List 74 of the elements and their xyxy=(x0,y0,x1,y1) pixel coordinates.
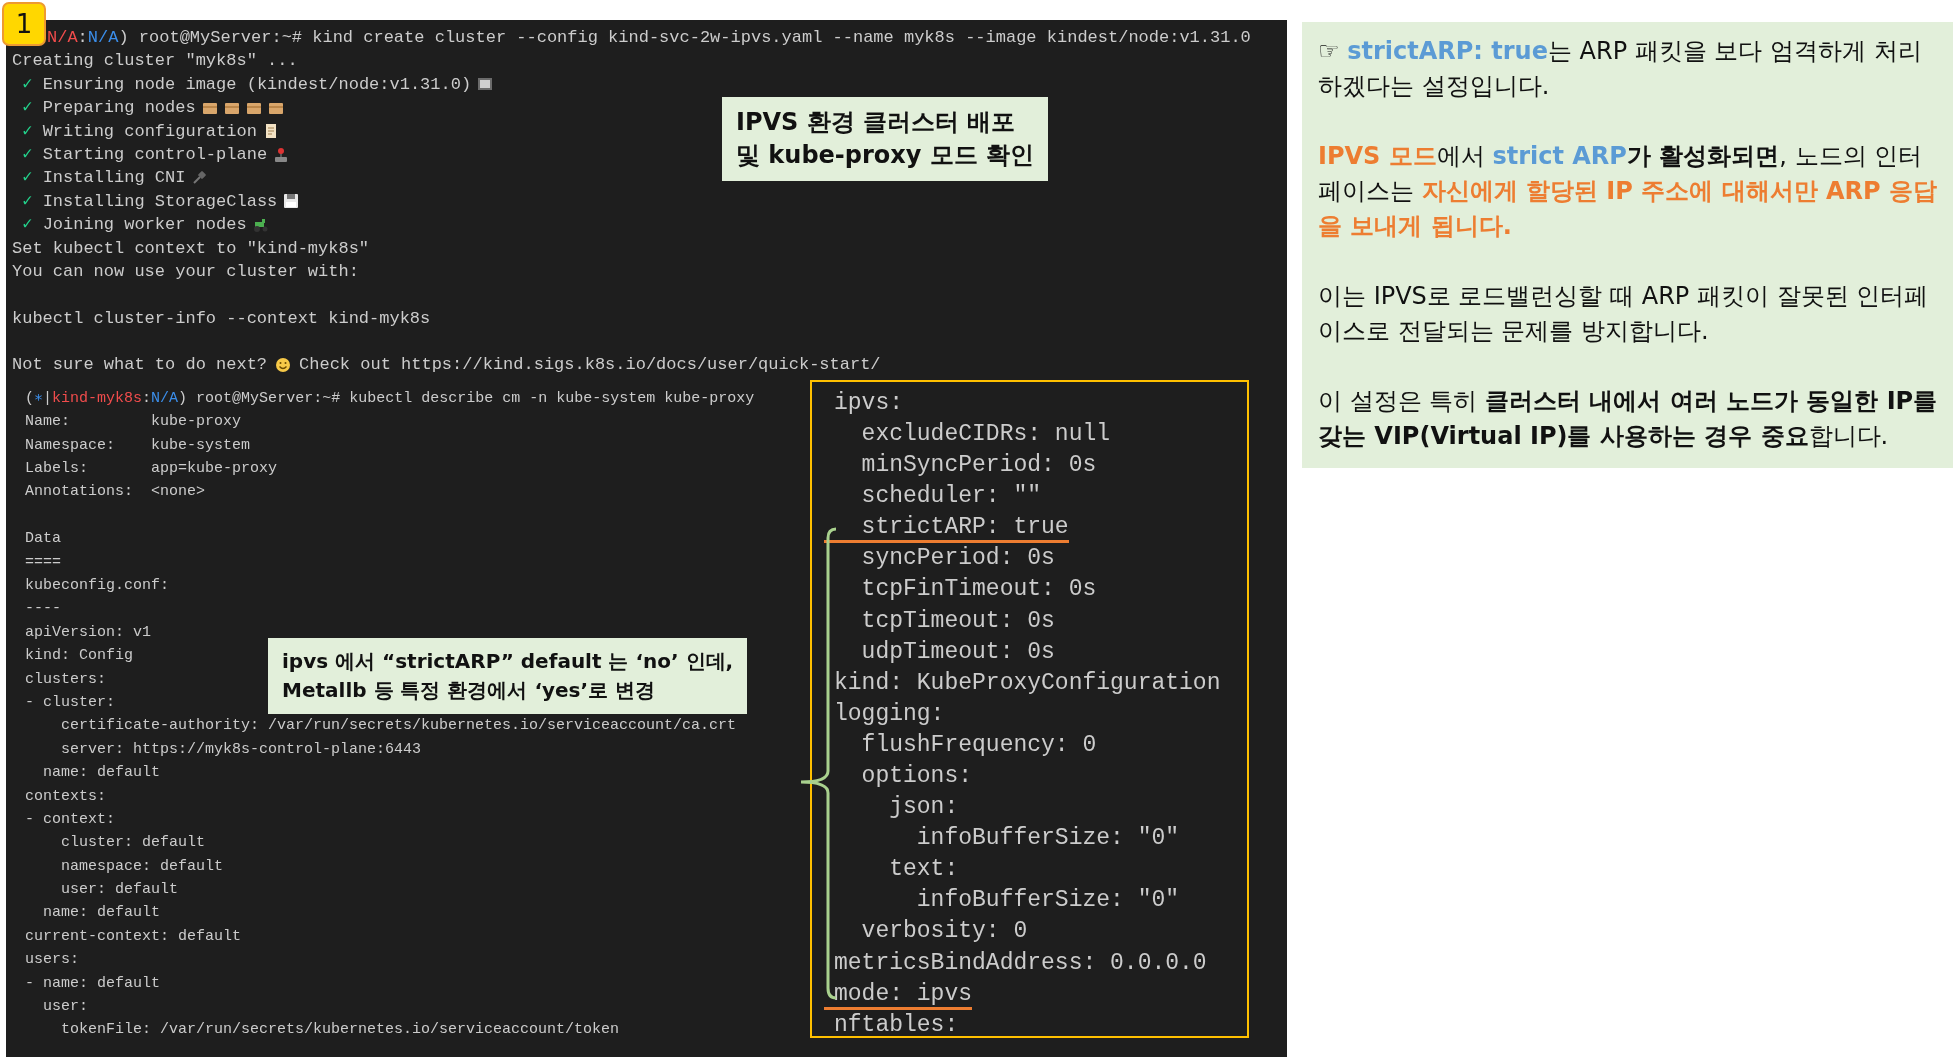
note-paragraph: 이는 IPVS로 로드밸런싱할 때 ARP 패킷이 잘못된 인터페이스로 전달되는 문제를 방지합니다. xyxy=(1318,281,1930,347)
floppy-icon xyxy=(283,193,300,210)
terminal-line: user: default xyxy=(60,880,179,901)
terminal-line: Not sure what to do next? xyxy=(12,354,268,377)
terminal-line: kind: Config xyxy=(25,646,134,667)
code-line: scheduler: "" xyxy=(860,483,1042,510)
step-number: 1 xyxy=(2,2,46,46)
code-line: infoBufferSize: "0" xyxy=(915,825,1180,852)
code-line: excludeCIDRs: null xyxy=(860,420,1111,447)
terminal-line: name: default xyxy=(42,763,161,784)
code-line: logging: xyxy=(834,700,945,727)
terminal-line: (∗|kind-myk8s:N/A) root@MyServer:~# kubectl describe cm -n kube-system kube-proxy xyxy=(25,388,755,409)
code-line: mode: ipvs xyxy=(824,980,973,1010)
terminal-line: ✓ Preparing nodes xyxy=(21,97,196,120)
terminal-line: ✓ Starting control-plane xyxy=(21,143,268,166)
callout-note: ipvs 에서 “strictARP” default 는 ‘no’ 인데, Metallb 등 특정 환경에서 ‘yes’로 변경 xyxy=(268,638,748,714)
code-line: strictARP: true xyxy=(824,514,1069,544)
terminal-line: user: xyxy=(42,997,88,1017)
terminal-line: cluster: default xyxy=(60,833,206,854)
tractor-icon xyxy=(252,216,269,233)
terminal-line: users: xyxy=(25,950,79,971)
terminal-line: Set kubectl context to "kind-myk8s" xyxy=(12,237,370,260)
smiley-icon xyxy=(275,357,292,374)
code-line: text: xyxy=(888,856,959,883)
callout-note: IPVS 환경 클러스터 배포 및 kube-proxy 모드 확인 xyxy=(722,97,1049,181)
terminal-line: certificate-authority: /var/run/secrets/kubernetes.io/serviceaccount/ca.crt xyxy=(60,716,737,737)
terminal-line: Creating cluster "myk8s" ... xyxy=(12,50,298,73)
terminal-line: name: default xyxy=(42,903,161,924)
code-line: tcpFinTimeout: 0s xyxy=(860,576,1097,603)
note-paragraph: IPVS 모드에서 strict ARP가 활성화되면, 노드의 인터페이스는 자신에게 할당된 IP 주소에 대해서만 ARP 응답을 보내게 됩니다. xyxy=(1318,141,1938,242)
code-line: metricsBindAddress: 0.0.0.0 xyxy=(834,949,1207,976)
terminal-line: server: https://myk8s-control-plane:6443 xyxy=(60,739,422,760)
terminal-line: - context: xyxy=(25,809,115,830)
terminal-line: ✓ Ensuring node image (kindest/node:v1.31.0) xyxy=(21,73,472,96)
terminal-line: Annotations: <none> xyxy=(25,482,206,503)
terminal-line: tokenFile: /var/run/secrets/kubernetes.io/serviceaccount/token xyxy=(60,1020,620,1041)
terminal-line: contexts: xyxy=(25,786,106,807)
terminal-line: ✓ Writing configuration xyxy=(21,120,257,143)
code-line: json: xyxy=(888,794,959,821)
terminal-line: Data xyxy=(25,529,61,550)
note-paragraph: 이 설정은 특히 클러스터 내에서 여러 노드가 동일한 IP를 갖는 VIP(Virtual IP)를 사용하는 경우 중요합니다. xyxy=(1318,386,1939,452)
code-line: minSyncPeriod: 0s xyxy=(860,452,1097,479)
terminal-line: namespace: default xyxy=(60,856,224,877)
code-line: syncPeriod: 0s xyxy=(860,545,1055,572)
terminal-line: ✓ Installing StorageClass xyxy=(21,190,278,213)
terminal-line: kubeconfig.conf: xyxy=(25,576,170,596)
code-line: kind: KubeProxyConfiguration xyxy=(834,669,1221,696)
terminal-line: N/A:N/A) root@MyServer:~# kind create cluster --config kind-svc-2w-ipvs.yaml --name myk8s --image kindest/node:v1.31.0 xyxy=(47,27,1251,49)
terminal-line: kubectl cluster-info --context kind-myk8s xyxy=(12,307,431,330)
terminal-line: ---- xyxy=(25,599,61,620)
terminal-line: You can now use your cluster with: xyxy=(12,260,359,283)
joystick-icon xyxy=(273,146,290,163)
code-line: nftables: xyxy=(834,1011,959,1038)
code-line: options: xyxy=(860,763,973,789)
code-line: verbosity: 0 xyxy=(860,918,1028,945)
terminal-line: clusters: xyxy=(25,669,106,690)
terminal-line: ==== xyxy=(25,552,61,573)
note-paragraph: ☞ strictARP: true는 ARP 패킷을 보다 엄격하게 처리하겠다는 설정입니다. xyxy=(1318,36,1923,102)
terminal-line: - name: default xyxy=(25,973,161,994)
terminal-line: ✓ Installing CNI xyxy=(21,167,186,190)
code-line: tcpTimeout: 0s xyxy=(860,607,1055,634)
terminal-line: - cluster: xyxy=(25,692,115,713)
terminal-line: Check out https://kind.sigs.k8s.io/docs/user/quick-start/ xyxy=(299,354,881,377)
terminal-line: current-context: default xyxy=(25,926,242,947)
terminal-line: apiVersion: v1 xyxy=(25,622,152,643)
code-line: infoBufferSize: "0" xyxy=(915,887,1180,914)
terminal-line: Namespace: kube-system xyxy=(25,435,251,456)
terminal-line: Name: kube-proxy xyxy=(25,412,242,433)
terminal-line: ✓ Joining worker nodes xyxy=(21,214,247,237)
code-line: udpTimeout: 0s xyxy=(860,638,1055,665)
code-line: ipvs: xyxy=(834,389,903,416)
code-line: flushFrequency: 0 xyxy=(860,731,1097,758)
terminal-line: Labels: app=kube-proxy xyxy=(25,459,278,480)
frame-icon xyxy=(477,76,494,93)
